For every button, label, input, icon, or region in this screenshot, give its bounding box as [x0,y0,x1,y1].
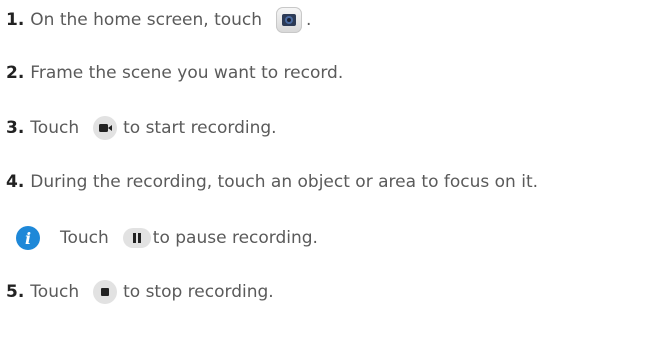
note-tip: i Touch to pause recording. [16,226,318,250]
step-number: 5. [6,282,25,302]
step-number: 2. [6,63,25,83]
info-icon: i [16,226,40,250]
step-number: 4. [6,172,25,192]
pause-icon [122,228,151,248]
step-5: 5. Touch to stop recording. [6,280,274,304]
stop-icon [93,280,118,304]
note-text-end: to pause recording. [152,228,318,248]
step-text: Touch [30,118,80,138]
step-text-end: to stop recording. [123,282,274,302]
step-3: 3. Touch to start recording. [6,116,277,140]
step-text: Touch [30,282,80,302]
video-record-icon [93,116,118,140]
svg-text:i: i [25,229,31,248]
step-4: 4. During the recording, touch an object… [6,170,538,194]
step-1: 1. On the home screen, touch . [6,7,311,33]
step-text: On the home screen, touch [30,10,263,30]
step-text: Frame the scene you want to record. [30,63,344,83]
note-text: Touch [60,228,109,248]
step-number: 1. [6,10,25,30]
camera-app-icon [276,7,303,33]
step-text-end: to start recording. [123,118,277,138]
step-text: During the recording, touch an object or… [30,172,539,192]
step-2: 2. Frame the scene you want to record. [6,61,343,85]
step-text-end: . [306,10,312,30]
step-number: 3. [6,118,25,138]
